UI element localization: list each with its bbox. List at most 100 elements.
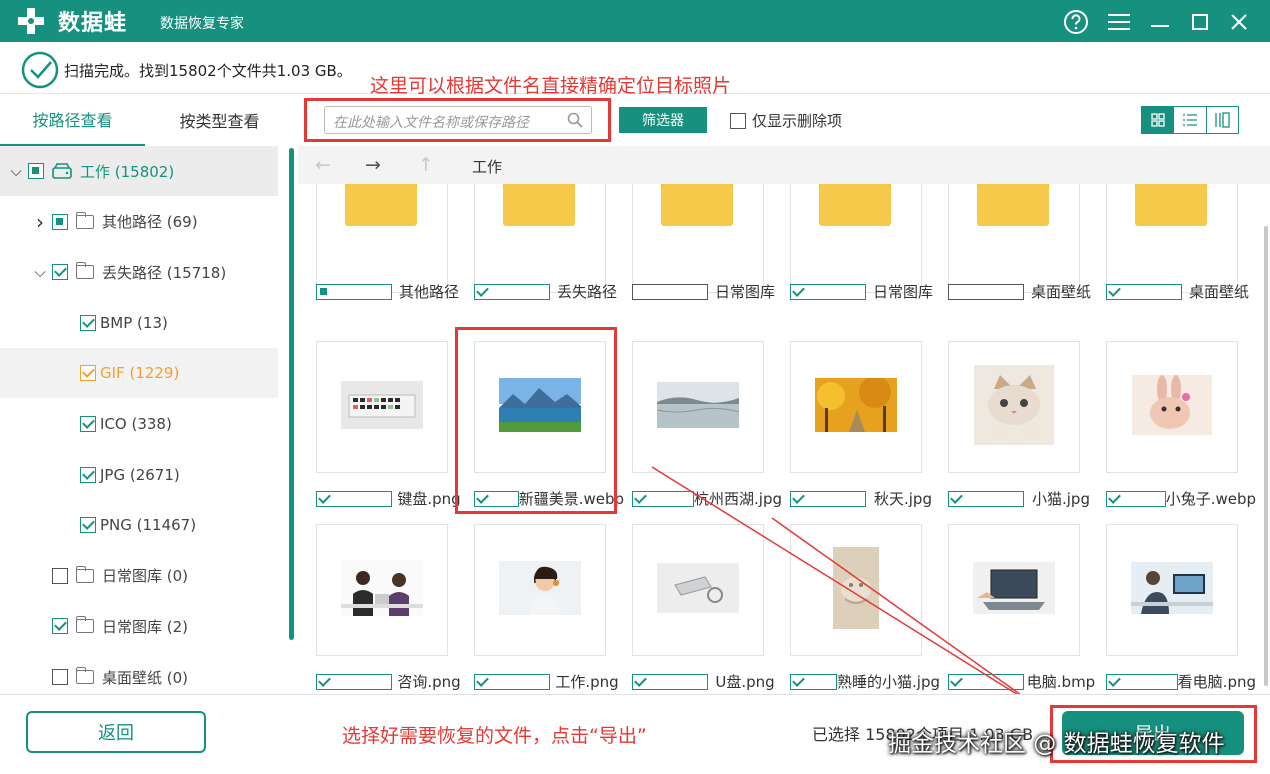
tree-item[interactable]: PNG (11467) — [0, 500, 278, 550]
image-thumbnail[interactable] — [948, 524, 1080, 656]
image-card[interactable]: 工作.png — [456, 524, 619, 692]
image-thumbnail[interactable] — [474, 524, 606, 656]
file-name: 熟睡的小猫.jpg — [837, 673, 940, 691]
file-checkbox[interactable] — [474, 673, 550, 690]
tree-item[interactable]: ⌵ 丢失路径 (15718) — [0, 247, 278, 297]
folder-thumbnail[interactable] — [948, 184, 1080, 293]
file-checkbox[interactable] — [790, 283, 866, 300]
file-checkbox[interactable] — [948, 283, 1024, 300]
tree-item[interactable]: ICO (338) — [0, 399, 278, 449]
image-thumbnail[interactable] — [790, 341, 922, 473]
chevron-down-icon[interactable]: ⌵ — [32, 263, 48, 281]
up-arrow-icon[interactable]: ↑ — [418, 154, 434, 176]
tree-item[interactable]: 日常图库 (0) — [0, 551, 278, 601]
tree-checkbox[interactable] — [80, 416, 96, 432]
image-card[interactable]: 看电脑.png — [1088, 524, 1256, 692]
image-card[interactable]: 熟睡的小猫.jpg — [772, 524, 940, 692]
sidebar-scrollbar[interactable] — [289, 148, 294, 640]
image-thumbnail[interactable] — [1106, 524, 1238, 656]
image-thumbnail[interactable] — [316, 341, 448, 473]
folder-thumbnail[interactable] — [474, 184, 606, 293]
filter-button[interactable]: 筛选器 — [619, 107, 707, 133]
tree-checkbox[interactable] — [28, 163, 44, 179]
image-thumbnail[interactable] — [316, 524, 448, 656]
folder-card[interactable]: 桌面壁纸 — [1088, 184, 1249, 339]
help-icon[interactable] — [1063, 9, 1089, 35]
tree-checkbox[interactable] — [52, 669, 68, 685]
image-thumbnail[interactable] — [632, 524, 764, 656]
image-card[interactable]: 杭州西湖.jpg — [614, 341, 782, 519]
tree-checkbox[interactable] — [80, 466, 96, 483]
image-thumbnail[interactable] — [948, 341, 1080, 473]
tab-by-path[interactable]: 按路径查看 — [0, 94, 145, 146]
tree-item[interactable]: 日常图库 (2) — [0, 601, 278, 651]
tree-checkbox[interactable] — [80, 517, 96, 534]
file-checkbox[interactable] — [1106, 283, 1182, 300]
tree-item[interactable]: › 其他路径 (69) — [0, 197, 278, 247]
folder-thumbnail[interactable] — [790, 184, 922, 293]
forward-arrow-icon[interactable]: → — [365, 154, 381, 176]
image-thumbnail[interactable] — [790, 524, 922, 656]
file-checkbox[interactable] — [316, 490, 392, 507]
file-name: 咨询.png — [397, 673, 461, 691]
tree-checkbox[interactable] — [52, 567, 68, 584]
file-checkbox[interactable] — [632, 673, 708, 690]
maximize-icon[interactable] — [1187, 9, 1213, 35]
back-button[interactable]: 返回 — [26, 711, 206, 753]
tree-checkbox[interactable] — [52, 618, 68, 635]
folder-thumbnail[interactable] — [632, 184, 764, 293]
tree-item[interactable]: JPG (2671) — [0, 450, 278, 500]
file-checkbox[interactable] — [632, 283, 708, 300]
folder-card[interactable]: 丢失路径 — [456, 184, 617, 339]
back-arrow-icon[interactable]: ← — [315, 154, 331, 176]
card-label-row: 丢失路径 — [474, 281, 624, 302]
folder-card[interactable]: 日常图库 — [772, 184, 933, 339]
image-card[interactable]: 键盘.png — [298, 341, 461, 519]
file-checkbox[interactable] — [1106, 490, 1166, 507]
tab-by-type[interactable]: 按类型查看 — [147, 94, 292, 146]
file-checkbox[interactable] — [790, 490, 866, 507]
file-checkbox[interactable] — [474, 283, 550, 300]
image-card[interactable]: 咨询.png — [298, 524, 461, 692]
tree-checkbox[interactable] — [52, 213, 68, 230]
tree-checkbox[interactable] — [80, 314, 96, 331]
grid-view-icon[interactable] — [1142, 107, 1175, 133]
image-card[interactable]: 小猫.jpg — [930, 341, 1090, 519]
tree-checkbox[interactable] — [80, 365, 96, 382]
grid-scrollbar[interactable] — [1264, 226, 1268, 686]
file-checkbox[interactable] — [632, 490, 695, 507]
image-thumbnail[interactable] — [1106, 341, 1238, 473]
tree-checkbox[interactable] — [52, 264, 68, 281]
detail-view-icon[interactable] — [1207, 107, 1238, 133]
image-thumbnail[interactable] — [632, 341, 764, 473]
image-card[interactable]: 电脑.bmp — [930, 524, 1095, 692]
image-card[interactable]: 小兔子.webp — [1088, 341, 1256, 519]
image-card[interactable]: U盘.png — [614, 524, 775, 692]
file-checkbox[interactable] — [1106, 673, 1178, 690]
folder-card[interactable]: 日常图库 — [614, 184, 775, 339]
folder-card[interactable]: 桌面壁纸 — [930, 184, 1091, 339]
file-name: 工作.png — [555, 673, 619, 691]
card-label-row: 日常图库 — [632, 281, 782, 302]
folder-card[interactable]: 其他路径 — [298, 184, 459, 339]
file-checkbox[interactable] — [948, 490, 1024, 507]
file-checkbox[interactable] — [316, 283, 392, 300]
only-deleted-checkbox[interactable] — [730, 112, 746, 129]
folder-thumbnail[interactable] — [316, 184, 448, 293]
file-checkbox[interactable] — [790, 673, 838, 690]
tree-item[interactable]: ⌵ 工作 (15802) — [0, 146, 278, 196]
file-checkbox[interactable] — [948, 673, 1024, 690]
close-icon[interactable] — [1226, 9, 1252, 35]
chevron-right-icon[interactable]: › — [32, 210, 48, 234]
chevron-down-icon[interactable]: ⌵ — [8, 162, 24, 180]
tree-item[interactable]: GIF (1229) — [0, 348, 278, 399]
image-card[interactable]: 秋天.jpg — [772, 341, 932, 519]
folder-thumbnail[interactable] — [1106, 184, 1238, 293]
minimize-icon[interactable] — [1147, 9, 1173, 35]
list-view-icon[interactable] — [1174, 107, 1207, 133]
file-checkbox[interactable] — [316, 673, 392, 690]
only-deleted-toggle[interactable]: 仅显示删除项 — [730, 110, 842, 131]
breadcrumb: 工作 — [472, 158, 503, 176]
tree-item[interactable]: BMP (13) — [0, 298, 278, 348]
menu-icon[interactable] — [1106, 9, 1132, 35]
